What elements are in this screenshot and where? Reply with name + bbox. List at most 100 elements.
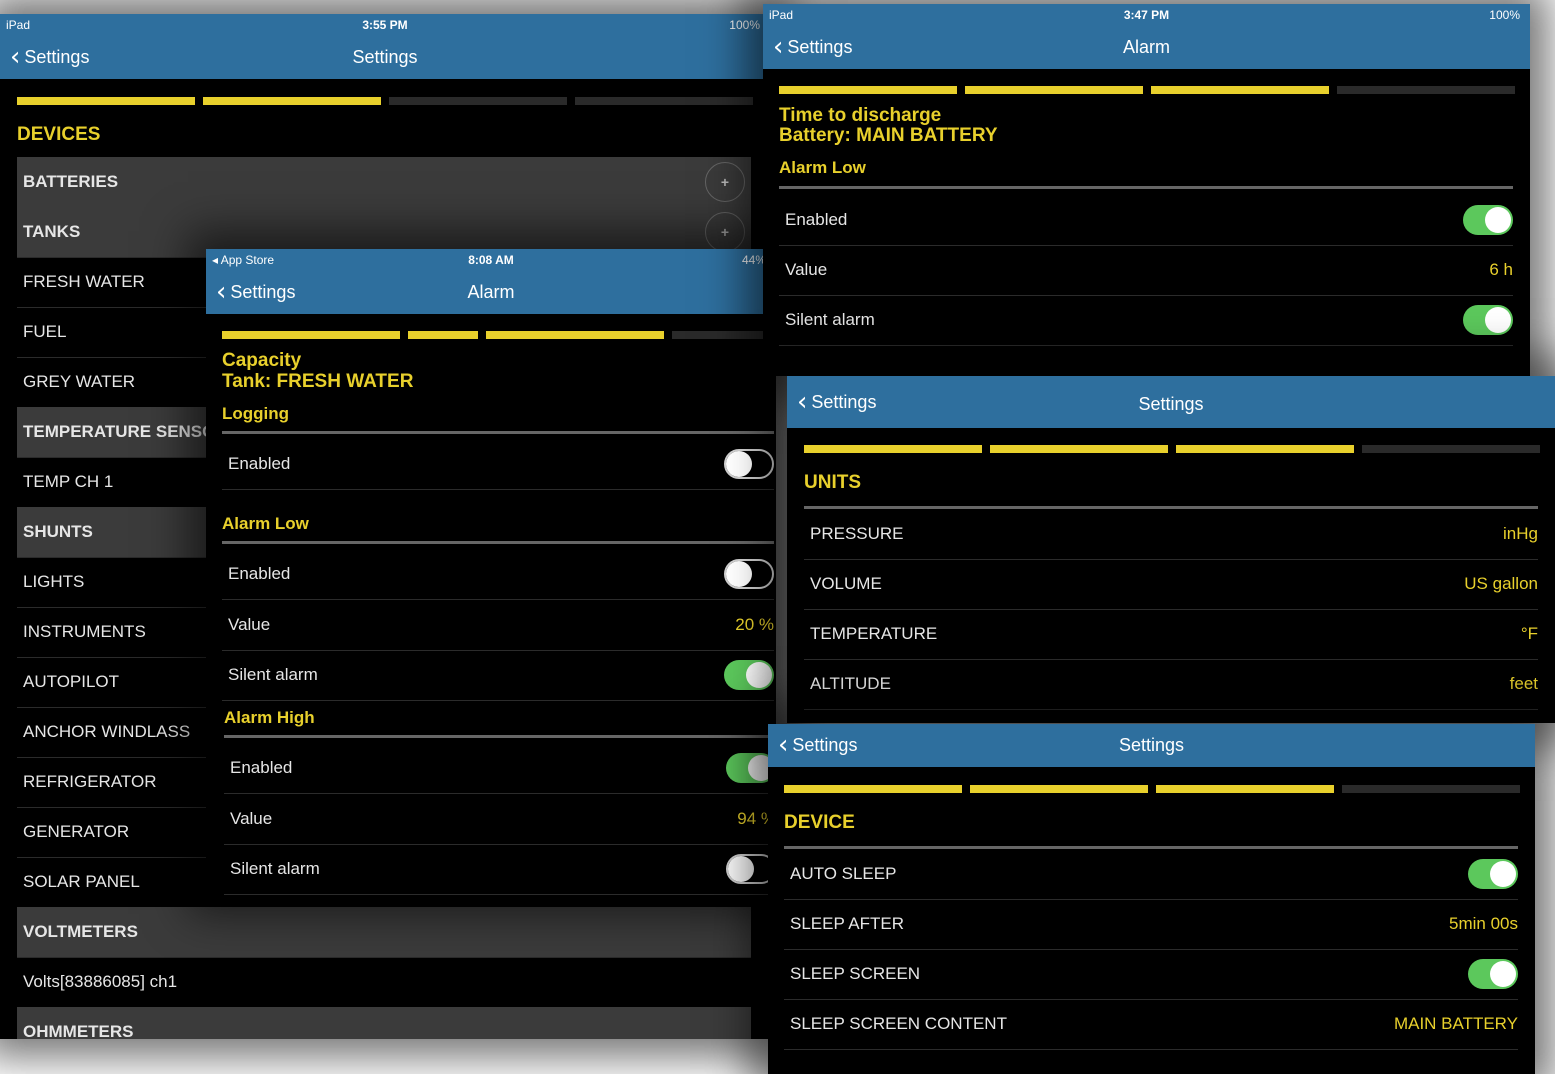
section-title: DEVICE	[784, 812, 855, 833]
progress-step	[672, 331, 776, 339]
status-bar: iPad 3:47 PM 100%	[763, 4, 1530, 26]
screen-capacity-alarm: ◂ App Store 8:08 AM 44% ‹ Settings Alarm…	[206, 249, 776, 896]
progress-step	[389, 97, 567, 105]
row-label: REFRIGERATOR	[23, 772, 157, 791]
row-label: PRESSURE	[810, 524, 904, 543]
progress-step	[804, 445, 982, 453]
nav-bar: ‹ Settings Settings	[768, 724, 1535, 767]
row-label: Silent alarm	[230, 859, 320, 878]
add-icon[interactable]: +	[705, 212, 745, 252]
device-row[interactable]: Volts[83886085] ch1	[17, 957, 751, 1008]
screen-units: ‹ Settings Settings UNITS PRESSURE inHg VO…	[787, 376, 1555, 723]
screen-discharge-alarm: iPad 3:47 PM 100% ‹ Settings Alarm Time …	[763, 4, 1530, 376]
back-button[interactable]: ‹ Settings	[773, 34, 852, 60]
logging-title: Logging	[222, 404, 290, 423]
row-label: SHUNTS	[23, 522, 93, 541]
divider	[224, 735, 776, 738]
row-label: Value	[785, 260, 828, 279]
unit-value: °F	[1520, 624, 1538, 643]
status-bar: ◂ App Store 8:08 AM 44%	[206, 249, 776, 271]
unit-row[interactable]: TEMPERATURE °F	[804, 609, 1538, 660]
row-label: Volts[83886085] ch1	[23, 972, 178, 991]
alarm-high-silent-row: Silent alarm	[224, 844, 776, 895]
page-title: Alarm	[1122, 37, 1170, 57]
row-label: FUEL	[23, 322, 67, 341]
progress-step	[222, 331, 400, 339]
heading-metric: Capacity	[222, 350, 302, 371]
row-label: SOLAR PANEL	[23, 872, 140, 891]
back-button[interactable]: ‹ Settings	[216, 279, 295, 305]
nav-bar: ‹ Settings Settings	[787, 376, 1555, 428]
row-label: Enabled	[785, 210, 848, 229]
screen-device: ‹ Settings Settings DEVICE AUTO SLEEP SL…	[768, 724, 1535, 1074]
alarm-low-enabled-toggle[interactable]	[1463, 205, 1513, 235]
row-label: TEMPERATURE	[810, 624, 938, 643]
unit-row[interactable]: VOLUME US gallon	[804, 559, 1538, 610]
alarm-high-enabled-row: Enabled	[224, 743, 776, 794]
row-label: VOLTMETERS	[23, 922, 138, 941]
row-label: Silent alarm	[228, 665, 318, 684]
nav-bar: ‹ Settings Alarm	[763, 26, 1530, 69]
alarm-low-silent-toggle[interactable]	[1463, 305, 1513, 335]
status-time: 8:08 AM	[468, 253, 514, 267]
progress-step	[1337, 86, 1515, 94]
unit-row[interactable]: ALTITUDE feet	[804, 659, 1538, 710]
row-label: ALTITUDE	[810, 674, 891, 693]
divider	[779, 186, 1513, 189]
logging-enabled-toggle[interactable]	[724, 449, 774, 479]
alarm-low-value-row[interactable]: Value 6 h	[779, 245, 1513, 296]
sleep-screen-content-value: MAIN BATTERY	[1393, 1014, 1518, 1033]
battery-percent: 100%	[1489, 8, 1520, 22]
alarm-low-title: Alarm Low	[779, 158, 866, 177]
auto-sleep-toggle[interactable]	[1468, 859, 1518, 889]
row-label: Enabled	[228, 454, 291, 473]
progress-step	[779, 86, 957, 94]
alarm-low-enabled-toggle[interactable]	[724, 559, 774, 589]
progress-step	[1151, 86, 1329, 94]
row-label: OHMMETERS	[23, 1022, 134, 1039]
back-label: Settings	[24, 46, 90, 67]
progress-step	[784, 785, 962, 793]
chevron-left-icon: ‹	[10, 42, 21, 72]
progress-step	[408, 331, 478, 339]
alarm-high-value-row[interactable]: Value 94 %	[224, 794, 776, 845]
alarm-high-title: Alarm High	[224, 708, 315, 727]
device-group-row[interactable]: OHMMETERS	[17, 1007, 751, 1039]
progress-step	[965, 86, 1143, 94]
device-group-row[interactable]: BATTERIES +	[17, 157, 751, 208]
progress-indicator	[779, 86, 1515, 94]
row-label: SLEEP SCREEN CONTENT	[790, 1014, 1007, 1033]
row-label: INSTRUMENTS	[23, 622, 146, 641]
unit-row[interactable]: PRESSURE inHg	[804, 509, 1538, 560]
row-label: SLEEP SCREEN	[790, 964, 921, 983]
heading-metric: Time to discharge	[779, 105, 942, 126]
back-button[interactable]: ‹ Settings	[778, 732, 857, 758]
back-button[interactable]: ‹ Settings	[797, 389, 876, 415]
chevron-left-icon: ‹	[773, 32, 784, 62]
device-group-row[interactable]: VOLTMETERS	[17, 907, 751, 958]
alarm-low-enabled-row: Enabled	[222, 549, 774, 600]
unit-value: inHg	[1503, 524, 1538, 543]
alarm-heading: Capacity Tank: FRESH WATER	[222, 350, 413, 392]
row-label: Enabled	[230, 758, 293, 777]
row-label: Value	[228, 615, 271, 634]
sleep-screen-content-row[interactable]: SLEEP SCREEN CONTENT MAIN BATTERY	[784, 999, 1518, 1050]
back-button[interactable]: ‹ Settings	[10, 44, 89, 70]
alarm-low-value-row[interactable]: Value 20 %	[222, 600, 774, 651]
alarm-low-silent-toggle[interactable]	[724, 660, 774, 690]
row-label: ANCHOR WINDLASS	[23, 722, 191, 741]
row-label: AUTOPILOT	[23, 672, 120, 691]
row-label: TEMP CH 1	[23, 472, 114, 491]
row-label: Silent alarm	[785, 310, 875, 329]
progress-step	[575, 97, 753, 105]
sleep-screen-toggle[interactable]	[1468, 959, 1518, 989]
sleep-after-row[interactable]: SLEEP AFTER 5min 00s	[784, 899, 1518, 950]
row-label: TANKS	[23, 222, 81, 241]
add-icon[interactable]: +	[705, 162, 745, 202]
alarm-heading: Time to discharge Battery: MAIN BATTERY	[779, 106, 998, 146]
sleep-after-value: 5min 00s	[1449, 914, 1518, 933]
back-label: Settings	[811, 391, 877, 412]
heading-device: Battery: MAIN BATTERY	[779, 125, 998, 146]
alarm-low-silent-row: Silent alarm	[222, 650, 774, 701]
row-label: VOLUME	[810, 574, 882, 593]
